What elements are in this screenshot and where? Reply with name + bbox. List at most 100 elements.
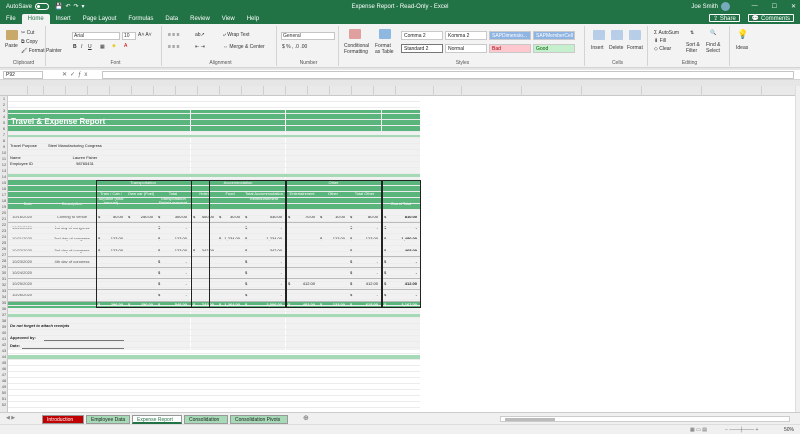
- close-icon[interactable]: ✕: [791, 3, 796, 10]
- tab-data[interactable]: Data: [159, 14, 184, 24]
- window-controls[interactable]: — ☐ ✕: [752, 3, 796, 10]
- column-header[interactable]: [110, 86, 132, 96]
- wrap-text-button[interactable]: ⤶ Wrap Text: [223, 32, 250, 38]
- style-standard-2[interactable]: Standard 2: [401, 44, 443, 53]
- font-size-select[interactable]: 10: [122, 32, 136, 40]
- indent-icon[interactable]: ⇤ ⇥: [195, 44, 205, 50]
- spreadsheet-grid[interactable]: 1 2 3 4 5 6 7 8 9 10 11 12 13 14 15 16 17 18 19 20 21 22 23 24 2…: [0, 86, 795, 412]
- style-comma-2[interactable]: Comma 2: [401, 31, 443, 40]
- date-field[interactable]: [22, 343, 124, 349]
- zoom-slider[interactable]: − ───┼─── +: [725, 427, 758, 433]
- conditional-formatting-button[interactable]: Conditional Formatting: [344, 43, 374, 55]
- vertical-scrollbar[interactable]: [795, 86, 800, 412]
- font-name-select[interactable]: Arial: [72, 32, 120, 40]
- tab-insert[interactable]: Insert: [50, 14, 77, 24]
- column-header[interactable]: [286, 86, 308, 96]
- row-header[interactable]: 52: [0, 402, 8, 408]
- font-color-icon[interactable]: A: [124, 43, 127, 49]
- style-sapdimension[interactable]: SAPDimensio...: [489, 31, 531, 40]
- style-good[interactable]: Good: [533, 44, 575, 53]
- align-top-icon[interactable]: ≡ ≡ ≡: [168, 32, 180, 38]
- conditional-formatting-icon[interactable]: [349, 29, 361, 39]
- tab-help[interactable]: Help: [241, 14, 265, 24]
- formula-bar-icons[interactable]: ✕✓ƒx: [62, 71, 90, 78]
- tab-page-layout[interactable]: Page Layout: [77, 14, 123, 24]
- column-header[interactable]: [374, 86, 396, 96]
- find-select-button[interactable]: Find & Select: [706, 42, 728, 54]
- autosum-button[interactable]: Σ AutoSum: [654, 30, 679, 36]
- fill-color-icon[interactable]: ◈: [112, 43, 116, 49]
- tab-review[interactable]: Review: [184, 14, 216, 24]
- clear-button[interactable]: ◇ Clear: [654, 46, 671, 52]
- format-table-icon[interactable]: [379, 29, 391, 39]
- column-header[interactable]: [88, 86, 110, 96]
- bold-icon[interactable]: B: [73, 44, 77, 50]
- column-header[interactable]: [330, 86, 352, 96]
- column-header[interactable]: [702, 86, 762, 96]
- quick-access-icons[interactable]: 💾↶↷▾: [55, 3, 88, 10]
- column-header[interactable]: [462, 86, 522, 96]
- tab-file[interactable]: File: [0, 14, 22, 24]
- column-header[interactable]: [8, 86, 28, 96]
- sort-filter-icon[interactable]: ⇅: [690, 30, 694, 36]
- column-header[interactable]: [44, 86, 66, 96]
- merge-center-button[interactable]: ⇔ Merge & Center: [223, 44, 265, 50]
- view-icons[interactable]: ▦ ▭ ▤: [690, 427, 707, 433]
- column-header[interactable]: [220, 86, 242, 96]
- comments-button[interactable]: 💬 Comments: [747, 14, 794, 22]
- currency-icon[interactable]: $ % , .0 .00: [282, 44, 307, 50]
- column-header[interactable]: [308, 86, 330, 96]
- align-left-icon[interactable]: ≡ ≡ ≡: [168, 44, 180, 50]
- column-header[interactable]: [582, 86, 642, 96]
- style-sapmembercell[interactable]: SAPMemberCell: [533, 31, 575, 40]
- horizontal-scrollbar[interactable]: [500, 416, 790, 422]
- italic-icon[interactable]: I: [81, 44, 82, 50]
- format-painter-button[interactable]: 🖌 Format Painter: [21, 48, 62, 54]
- minimize-icon[interactable]: —: [752, 3, 758, 10]
- paste-button[interactable]: Paste: [5, 43, 18, 49]
- column-header[interactable]: [762, 86, 795, 96]
- column-header[interactable]: [28, 86, 44, 96]
- formula-input[interactable]: [102, 71, 794, 79]
- font-grow-icon[interactable]: A˄ A˅: [138, 32, 152, 38]
- tab-home[interactable]: Home: [21, 14, 50, 24]
- name-box[interactable]: P92: [3, 71, 43, 79]
- delete-button[interactable]: Delete: [609, 45, 623, 51]
- sheet-tab-employee-data[interactable]: Employee Data: [86, 415, 130, 424]
- column-header[interactable]: [132, 86, 154, 96]
- sort-filter-button[interactable]: Sort & Filter: [686, 42, 704, 54]
- add-sheet-icon[interactable]: ⊕: [303, 414, 309, 422]
- user-name[interactable]: Joe Smith: [691, 4, 718, 10]
- autosave-toggle[interactable]: [35, 3, 50, 10]
- ideas-button[interactable]: Ideas: [736, 45, 748, 51]
- style-normal[interactable]: Normal: [445, 44, 487, 53]
- sheet-tab-expense-report[interactable]: Expense Report: [132, 415, 182, 424]
- column-header[interactable]: [242, 86, 264, 96]
- tab-view[interactable]: View: [216, 14, 241, 24]
- maximize-icon[interactable]: ☐: [772, 3, 777, 10]
- fill-button[interactable]: ⬇ Fill: [654, 38, 666, 44]
- avatar[interactable]: [721, 2, 730, 11]
- sheet-tab-consolidation-pivots[interactable]: Consolidation Pivots: [230, 415, 288, 424]
- column-header[interactable]: [154, 86, 176, 96]
- ideas-icon[interactable]: 💡: [737, 29, 748, 40]
- column-header[interactable]: [352, 86, 374, 96]
- number-format-select[interactable]: General: [281, 32, 335, 40]
- underline-icon[interactable]: U: [88, 44, 92, 50]
- column-header[interactable]: [264, 86, 286, 96]
- column-header[interactable]: [176, 86, 198, 96]
- cut-button[interactable]: ✂ Cut: [21, 30, 34, 36]
- insert-icon[interactable]: [593, 30, 605, 40]
- column-header[interactable]: [396, 86, 434, 96]
- insert-button[interactable]: Insert: [591, 45, 604, 51]
- style-komma-2[interactable]: Komma 2: [445, 31, 487, 40]
- borders-icon[interactable]: ▦: [100, 44, 105, 50]
- copy-button[interactable]: ⧉ Copy: [21, 39, 38, 45]
- column-header[interactable]: [522, 86, 582, 96]
- column-header[interactable]: [66, 86, 88, 96]
- tab-formulas[interactable]: Formulas: [122, 14, 159, 24]
- sheet-tab-consolidation[interactable]: Consolidation: [184, 415, 228, 424]
- style-bad[interactable]: Bad: [489, 44, 531, 53]
- scroll-thumb[interactable]: [505, 418, 555, 421]
- format-table-button[interactable]: Format as Table: [375, 43, 397, 55]
